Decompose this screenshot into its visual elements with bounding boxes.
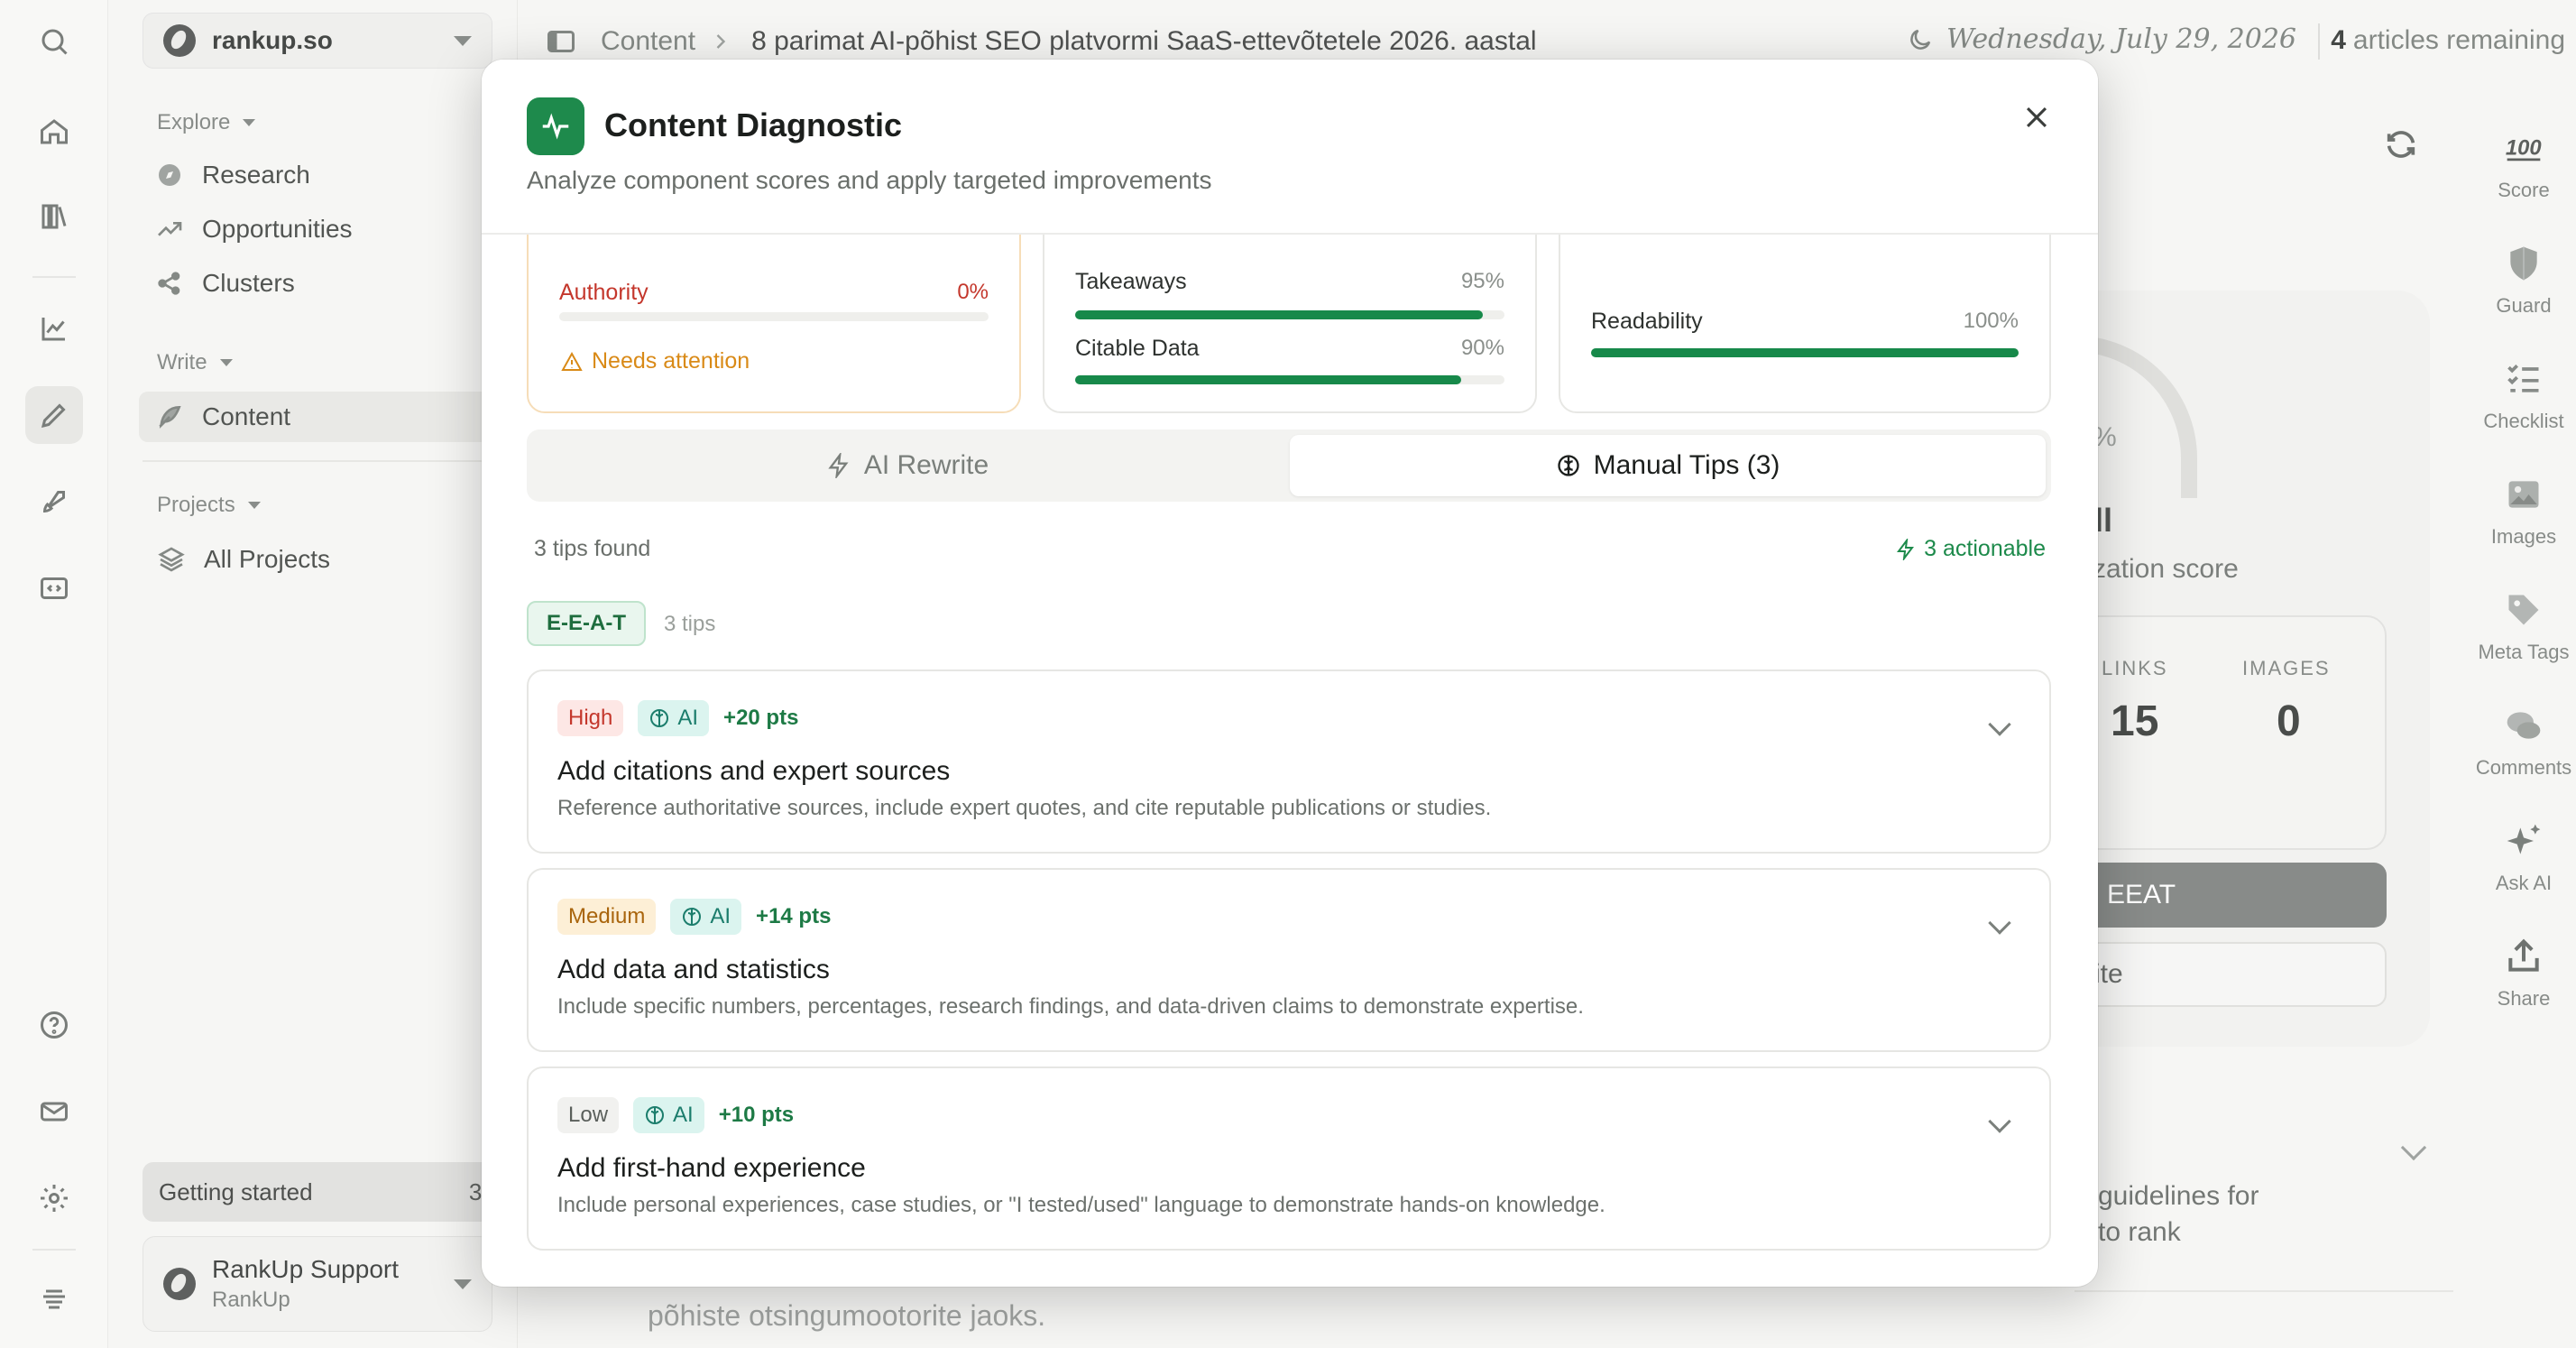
tab-manual-tips[interactable]: Manual Tips (3): [1290, 435, 2046, 496]
content-diagnostic-dialog: Content Diagnostic Analyze component sco…: [482, 60, 2098, 1287]
brain-icon: [646, 1106, 665, 1124]
metric-label: Takeaways: [1075, 269, 1187, 294]
close-button[interactable]: [2011, 92, 2062, 143]
tip-card[interactable]: Low AI +10 pts Add first-hand experience…: [527, 1066, 2051, 1251]
ai-label: AI: [710, 904, 731, 928]
dialog-header: Content Diagnostic Analyze component sco…: [482, 60, 2098, 235]
chevron-down-icon[interactable]: [1988, 713, 2011, 736]
lightning-icon: [1897, 538, 1915, 560]
tab-ai-rewrite[interactable]: AI Rewrite: [532, 435, 1283, 496]
score-card-content: Takeaways 95% Citable Data 90%: [1043, 204, 1537, 413]
tab-label: AI Rewrite: [863, 450, 989, 480]
ai-badge: AI: [638, 700, 710, 736]
brain-icon: [650, 709, 669, 727]
tip-title: Add data and statistics: [557, 955, 830, 984]
ai-label: AI: [673, 1103, 694, 1127]
attention-text: Needs attention: [592, 348, 750, 374]
close-icon: [2026, 106, 2047, 128]
tip-description: Reference authoritative sources, include…: [557, 796, 1492, 820]
actionable-text: 3 actionable: [1924, 536, 2046, 561]
score-card-readability: Readability 100%: [1559, 204, 2051, 413]
metric-label: Authority: [559, 280, 649, 305]
pulse-icon: [527, 97, 584, 155]
tip-description: Include personal experiences, case studi…: [557, 1193, 1605, 1217]
metric-bar: [1591, 348, 2019, 357]
metric-bar: [1075, 375, 1504, 384]
tip-card[interactable]: Medium AI +14 pts Add data and statistic…: [527, 868, 2051, 1052]
score-card-authority: Authority 0% Needs attention: [527, 204, 1021, 413]
metric-percent: 90%: [1460, 336, 1504, 360]
ai-label: AI: [677, 706, 699, 730]
metric-percent: 100%: [1963, 309, 2019, 333]
mode-tabs: AI Rewrite Manual Tips (3): [527, 429, 2051, 502]
category-count: 3 tips: [664, 612, 716, 636]
needs-attention: Needs attention: [561, 348, 750, 374]
chevron-down-icon[interactable]: [1988, 911, 2011, 935]
metric-label: Citable Data: [1075, 336, 1200, 361]
tab-label: Manual Tips (3): [1593, 450, 1780, 480]
tip-card[interactable]: High AI +20 pts Add citations and expert…: [527, 669, 2051, 854]
metric-label: Readability: [1591, 309, 1703, 334]
brain-icon: [1557, 455, 1579, 476]
priority-badge: Low: [557, 1097, 620, 1133]
dialog-title: Content Diagnostic: [604, 106, 902, 143]
metric-percent: 95%: [1460, 269, 1504, 293]
dialog-subtitle: Analyze component scores and apply targe…: [527, 166, 1212, 194]
metric-bar: [559, 312, 989, 321]
tip-title: Add first-hand experience: [557, 1153, 866, 1183]
priority-badge: High: [557, 700, 624, 736]
category-badge: E-E-A-T: [527, 601, 646, 646]
ai-badge: AI: [633, 1097, 704, 1133]
ai-badge: AI: [670, 899, 742, 935]
points-badge: +14 pts: [756, 904, 832, 928]
tip-description: Include specific numbers, percentages, r…: [557, 994, 1584, 1019]
metric-bar: [1075, 310, 1504, 319]
metric-percent: 0%: [957, 280, 989, 304]
lightning-icon: [828, 453, 849, 478]
brain-icon: [683, 908, 702, 926]
points-badge: +20 pts: [723, 706, 799, 730]
tip-title: Add citations and expert sources: [557, 756, 951, 786]
priority-badge: Medium: [557, 899, 657, 935]
warning-icon: [561, 351, 583, 371]
chevron-down-icon[interactable]: [1988, 1110, 2011, 1133]
tips-found-count: 3 tips found: [534, 536, 651, 561]
points-badge: +10 pts: [718, 1103, 795, 1127]
actionable-count: 3 actionable: [1895, 536, 2046, 562]
